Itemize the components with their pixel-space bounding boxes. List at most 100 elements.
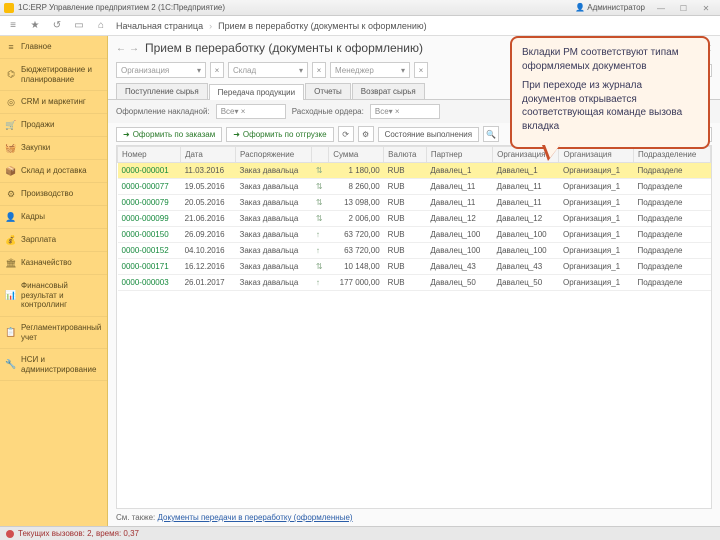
- filter-sklad-clear[interactable]: ×: [312, 62, 326, 78]
- filter-sklad[interactable]: Склад▾: [228, 62, 308, 78]
- content: ←→ Прием в переработку (документы к офор…: [108, 36, 720, 526]
- settings-icon[interactable]: ⚙: [358, 126, 374, 142]
- filter-org[interactable]: Организация▾: [116, 62, 206, 78]
- app-icon: [4, 3, 14, 13]
- breadcrumb-page[interactable]: Прием в переработку (документы к оформле…: [218, 21, 427, 31]
- sidebar-label: Бюджетирование и планирование: [21, 65, 101, 84]
- subfilter-order[interactable]: Все ▾ ×: [370, 104, 440, 119]
- col-header[interactable]: Дата: [181, 147, 236, 163]
- sidebar-item-5[interactable]: 📦 Склад и доставка: [0, 160, 107, 183]
- window-title: 1С:ERP Управление предприятием 2 (1С:Пре…: [18, 3, 575, 12]
- sidebar-label: Регламентированный учет: [21, 323, 101, 342]
- sidebar-label: Продажи: [21, 120, 54, 130]
- col-header[interactable]: Валюта: [384, 147, 427, 163]
- sidebar-label: CRM и маркетинг: [21, 97, 86, 107]
- sidebar-item-7[interactable]: 👤Кадры: [0, 206, 107, 229]
- breadcrumb: Начальная страница › Прием в переработку…: [116, 21, 427, 31]
- table-row[interactable]: 0000-00009921.06.2016Заказ давальца⇅2 00…: [118, 211, 711, 227]
- tab-2[interactable]: Отчеты: [305, 83, 351, 99]
- subfilter-label2: Расходные ордера:: [292, 107, 364, 116]
- sidebar-item-6[interactable]: ⚙ Производство: [0, 183, 107, 206]
- sidebar-icon: 💰: [6, 235, 16, 245]
- arrow-icon: ➜: [233, 130, 240, 139]
- sidebar-label: Зарплата: [21, 235, 56, 245]
- main-toolbar: ≡ ★ ↺ ▭ ⌂ Начальная страница › Прием в п…: [0, 16, 720, 36]
- window-buttons: — ☐ ✕: [651, 3, 716, 13]
- action-by-shipment[interactable]: ➜Оформить по отгрузке: [226, 127, 333, 142]
- sidebar-icon: 🔧: [6, 360, 16, 370]
- col-header[interactable]: Сумма: [329, 147, 384, 163]
- table-row[interactable]: 0000-00000111.03.2016Заказ давальца⇅1 18…: [118, 163, 711, 179]
- table-row[interactable]: 0000-00007920.05.2016Заказ давальца⇅13 0…: [118, 195, 711, 211]
- arrow-icon: ➜: [123, 130, 130, 139]
- refresh-icon[interactable]: ⟳: [338, 126, 354, 142]
- sidebar-item-11[interactable]: 📋 Регламентированный учет: [0, 317, 107, 349]
- table-row[interactable]: 0000-00017116.12.2016Заказ давальца⇅10 1…: [118, 259, 711, 275]
- menu-icon[interactable]: ≡: [6, 19, 20, 33]
- callout-tail-icon: [542, 145, 560, 161]
- tab-0[interactable]: Поступление сырья: [116, 83, 208, 99]
- status-exec-button[interactable]: Состояние выполнения: [378, 127, 480, 142]
- action-by-orders[interactable]: ➜Оформить по заказам: [116, 127, 222, 142]
- footer-link[interactable]: Документы передачи в переработку (оформл…: [158, 513, 353, 522]
- breadcrumb-home[interactable]: Начальная страница: [116, 21, 203, 31]
- sidebar-item-2[interactable]: ◎ CRM и маркетинг: [0, 91, 107, 114]
- callout-p1: Вкладки РМ соответствуют типам оформляем…: [522, 46, 698, 73]
- col-header[interactable]: [312, 147, 329, 163]
- sidebar-icon: 📦: [6, 166, 16, 176]
- status-dot-icon: [6, 530, 14, 538]
- sidebar-item-0[interactable]: ≡Главное: [0, 36, 107, 59]
- sidebar-icon: 📊: [6, 291, 16, 301]
- sidebar-icon: 📋: [6, 328, 16, 338]
- home-icon[interactable]: ⌂: [94, 19, 108, 33]
- sidebar-icon: ⌬: [6, 70, 16, 80]
- tab-1[interactable]: Передача продукции: [209, 84, 304, 100]
- col-header[interactable]: Распоряжение: [236, 147, 312, 163]
- table-row[interactable]: 0000-00015026.09.2016Заказ давальца↑63 7…: [118, 227, 711, 243]
- sidebar-label: Производство: [21, 189, 73, 199]
- table-row[interactable]: 0000-00007719.05.2016Заказ давальца⇅8 26…: [118, 179, 711, 195]
- filter-org-clear[interactable]: ×: [210, 62, 224, 78]
- sidebar-label: Склад и доставка: [21, 166, 87, 176]
- back-icon[interactable]: ←: [116, 43, 126, 54]
- sidebar-icon: ⚙: [6, 189, 16, 199]
- sidebar-item-8[interactable]: 💰 Зарплата: [0, 229, 107, 252]
- sidebar-item-9[interactable]: 🏛Казначейство: [0, 252, 107, 275]
- sidebar-icon: ◎: [6, 97, 16, 107]
- subfilter-nakl[interactable]: Все ▾ ×: [216, 104, 286, 119]
- history-icon[interactable]: ↺: [50, 19, 64, 33]
- sidebar-label: Закупки: [21, 143, 50, 153]
- filter-mgr-clear[interactable]: ×: [414, 62, 428, 78]
- sidebar-icon: 👤: [6, 212, 16, 222]
- sidebar-item-10[interactable]: 📊 Финансовый результат и контроллинг: [0, 275, 107, 317]
- close-button[interactable]: ✕: [696, 4, 716, 13]
- sidebar-label: Главное: [21, 42, 52, 52]
- grid[interactable]: НомерДатаРаспоряжениеСуммаВалютаПартнерО…: [116, 145, 712, 509]
- minimize-button[interactable]: —: [651, 4, 671, 13]
- fwd-icon[interactable]: →: [129, 43, 139, 54]
- sidebar: ≡Главное ⌬ Бюджетирование и планирование ◎ C…: [0, 36, 108, 526]
- table-row[interactable]: 0000-00015204.10.2016Заказ давальца↑63 7…: [118, 243, 711, 259]
- user-label[interactable]: 👤 Администратор: [575, 3, 645, 12]
- doc-icon[interactable]: ▭: [72, 19, 86, 33]
- maximize-button[interactable]: ☐: [673, 4, 693, 13]
- sidebar-item-1[interactable]: ⌬ Бюджетирование и планирование: [0, 59, 107, 91]
- star-icon[interactable]: ★: [28, 19, 42, 33]
- sidebar-item-12[interactable]: 🔧 НСИ и администрирование: [0, 349, 107, 381]
- filter-mgr[interactable]: Менеджер▾: [330, 62, 410, 78]
- tab-3[interactable]: Возврат сырья: [352, 83, 425, 99]
- status-text: Текущих вызовов: 2, время: 0,37: [18, 529, 139, 538]
- sidebar-label: Финансовый результат и контроллинг: [21, 281, 101, 310]
- titlebar: 1С:ERP Управление предприятием 2 (1С:Пре…: [0, 0, 720, 16]
- col-header[interactable]: Партнер: [426, 147, 492, 163]
- search-icon[interactable]: 🔍: [483, 126, 499, 142]
- sidebar-item-4[interactable]: 🧺Закупки: [0, 137, 107, 160]
- sidebar-icon: 🏛: [6, 258, 16, 268]
- sidebar-icon: 🛒: [6, 120, 16, 130]
- callout-p2: При переходе из журнала документов откры…: [522, 79, 698, 133]
- sidebar-item-3[interactable]: 🛒 Продажи: [0, 114, 107, 137]
- sidebar-label: НСИ и администрирование: [21, 355, 101, 374]
- col-header[interactable]: Номер: [118, 147, 181, 163]
- table-row[interactable]: 0000-00000326.01.2017Заказ давальца↑177 …: [118, 275, 711, 291]
- statusbar: Текущих вызовов: 2, время: 0,37: [0, 526, 720, 540]
